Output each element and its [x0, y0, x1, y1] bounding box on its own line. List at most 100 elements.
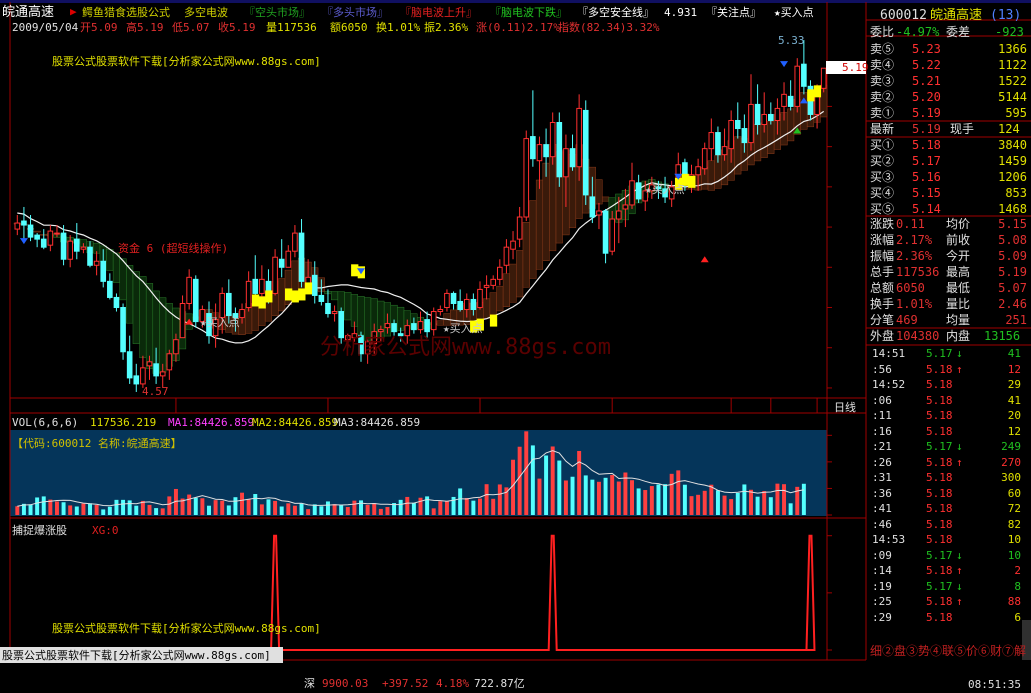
volume-bar	[28, 504, 33, 515]
signal-block	[258, 296, 266, 309]
stat-row: 涨幅 2.17% 前收 5.08	[870, 232, 1027, 248]
stat-label: 量比	[946, 297, 971, 311]
candle-body	[378, 329, 384, 333]
tag-wave-up: 『脑电波上升』	[400, 6, 477, 19]
volume-bar	[372, 503, 377, 515]
candle-body	[470, 298, 477, 311]
candle-body	[615, 210, 622, 220]
sell-order-volume: 595	[1005, 106, 1027, 120]
tick-price: 5.18	[926, 378, 953, 391]
volume-bar	[491, 498, 496, 515]
trend-band	[159, 297, 167, 373]
stat-value: 5.08	[998, 233, 1027, 247]
stats-table: 涨跌 0.11 均价 5.15 涨幅 2.17% 前收 5.08 振幅 2.36% 今开 5.09 总手…	[870, 216, 1027, 328]
stat-label: 总额	[870, 281, 895, 295]
trend-band	[112, 252, 121, 283]
stat-row: 总手 117536 最高 5.19	[870, 264, 1027, 280]
vol-header-label: VOL(6,6,6)	[12, 416, 79, 429]
buy-order-volume: 853	[1005, 186, 1027, 200]
vol-ma3: MA3:84426.859	[334, 416, 421, 429]
volume-bar	[537, 478, 542, 515]
volume-bar	[749, 489, 753, 515]
candle-body	[430, 311, 437, 331]
trend-band	[542, 162, 550, 262]
candle-body	[173, 339, 179, 355]
stat-label: 均价	[946, 217, 971, 231]
trend-band	[483, 298, 491, 319]
trend-band	[707, 160, 715, 191]
volume-bar	[193, 497, 198, 515]
volume-bar	[431, 508, 436, 515]
stat-label: 最低	[946, 281, 971, 295]
candle-body	[292, 232, 298, 252]
tick-row: :29 5.18 6	[870, 611, 1027, 624]
candle-body	[311, 274, 318, 296]
tick-time: 14:52	[872, 378, 906, 391]
stat-label: 总手	[870, 265, 895, 279]
trend-band	[516, 250, 524, 298]
trend-band	[535, 179, 544, 270]
tick-time: :36	[872, 486, 892, 500]
volume-bar	[286, 503, 291, 515]
tick-arrow-icon: ↓	[956, 548, 963, 562]
candle-body	[166, 353, 173, 371]
stock-title: 皖通高速	[2, 5, 55, 20]
volume-bar	[418, 497, 423, 515]
stat-value: 0.11	[896, 217, 925, 231]
candle-body	[21, 220, 27, 226]
candle-body	[556, 122, 563, 178]
tick-volume: 29	[1007, 378, 1021, 391]
stat-label: 分笔	[870, 313, 895, 327]
volume-bar	[484, 484, 489, 515]
candle-body	[391, 323, 397, 333]
volume-bar	[782, 484, 787, 515]
candle-body	[549, 122, 556, 158]
tick-time: :29	[872, 610, 892, 624]
candle-body	[219, 292, 226, 319]
candle-body	[93, 260, 100, 266]
sell-order-price: 5.21	[912, 74, 941, 88]
tick-time: :14	[872, 564, 892, 577]
sell-order-label: 卖②	[870, 90, 895, 104]
low-price-label: 4.57	[142, 385, 169, 398]
buy-order-row: 买① 5.18 3840	[870, 137, 1027, 153]
quote-close: 收5.19	[218, 21, 256, 34]
trend-band	[251, 303, 259, 331]
volume-bar	[94, 504, 99, 515]
tick-row: :09 5.17 ↓ 10	[870, 549, 1027, 562]
status-time: 08:51:35	[968, 678, 1021, 691]
indicator-name[interactable]: 鳄鱼猎食选股公式	[82, 6, 170, 19]
stat-label: 最高	[946, 265, 971, 279]
tick-arrow-icon: ↑	[956, 595, 963, 608]
volume-bar	[557, 460, 562, 515]
volume-bar	[299, 503, 304, 515]
buy-order-label: 买⑤	[870, 202, 895, 216]
volume-bar	[220, 500, 225, 515]
signal-name: 捕捉爆涨股	[12, 524, 67, 537]
buy-order-label: 买②	[870, 154, 895, 168]
trend-band	[33, 230, 41, 233]
volume-bar	[689, 496, 694, 515]
tick-row: :21 5.17 ↓ 249	[870, 440, 1027, 453]
tick-arrow-icon: ↑	[956, 455, 963, 469]
tick-time: 14:51	[872, 347, 906, 360]
stat-value: 469	[896, 313, 918, 327]
tick-volume: 8	[1014, 579, 1021, 593]
candle-body	[754, 103, 761, 126]
tick-price: 5.17	[926, 579, 953, 593]
candle-body	[794, 65, 801, 107]
quote-low: 低5.07	[172, 21, 210, 34]
collapse-arrow-icon[interactable]: ▶	[70, 5, 77, 18]
candle-body	[252, 278, 259, 294]
volume-bar	[167, 496, 172, 515]
trend-band	[278, 278, 286, 312]
candle-body	[34, 234, 40, 240]
signal-block	[807, 89, 815, 102]
period-label[interactable]: 日线	[834, 401, 856, 414]
stat-value: 6050	[896, 281, 925, 295]
ad-status-text: 股票公式股票软件下载[分析家公式网www.88gs.com]	[2, 649, 271, 662]
candle-body	[477, 288, 483, 309]
buy-order-row: 买⑤ 5.14 1468	[870, 201, 1027, 217]
panel-bottom-tabs[interactable]: 细②盘③势④联⑤价⑥财⑦解	[870, 645, 1026, 658]
volume-bar	[41, 496, 46, 515]
